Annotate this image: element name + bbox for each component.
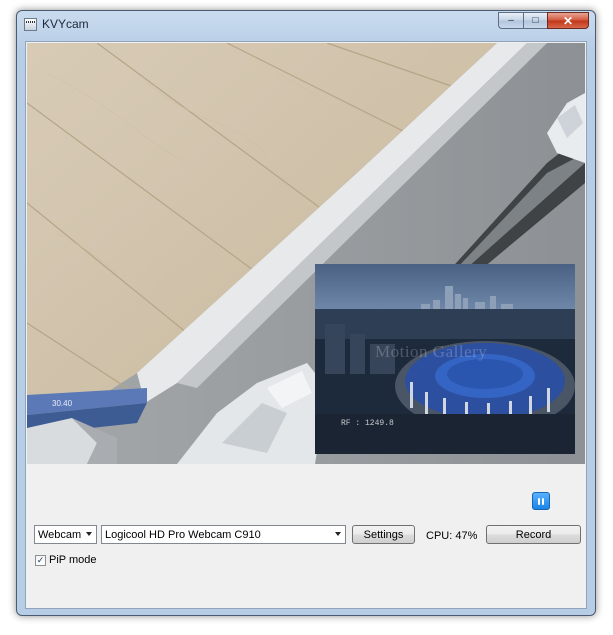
checkbox-box[interactable]: ✓ [35,554,46,566]
record-button[interactable]: Record [486,525,581,544]
maximize-button[interactable]: □ [523,12,547,29]
pip-watermark: Motion Gallery [375,342,488,361]
chevron-down-icon [86,532,92,536]
svg-text:30.40: 30.40 [52,399,73,408]
caption-buttons: – □ ✕ [498,12,589,29]
pause-bar-right [542,497,544,505]
device-select-value: Logicool HD Pro Webcam C910 [105,528,261,541]
device-select[interactable]: Logicool HD Pro Webcam C910 [101,525,346,544]
pip-overlay-video: Motion Gallery RF : 1249.8 [315,264,575,454]
film-clapper-icon[interactable] [24,18,37,31]
pause-icon[interactable] [532,492,550,510]
pause-bar-left [538,497,540,505]
pip-mode-label: PiP mode [49,554,97,566]
settings-button[interactable]: Settings [352,525,415,544]
window-title: KVYcam [42,17,89,31]
pip-timecode: RF : 1249.8 [341,419,394,428]
pip-mode-checkbox[interactable]: ✓ PiP mode [35,554,97,566]
chevron-down-icon [335,532,341,536]
app-window: KVYcam – □ ✕ 30.40 Motion Gallery RF: 1… [16,10,596,616]
cpu-usage-label: CPU: 47% [426,530,478,542]
source-select[interactable]: Webcam [34,525,97,544]
source-select-value: Webcam [38,528,82,541]
close-button[interactable]: ✕ [547,12,589,29]
client-area: 30.40 Motion Gallery RF: 1249.8 Webcam … [25,41,587,609]
minimize-button[interactable]: – [498,12,523,29]
webcam-video-preview: 30.40 Motion Gallery RF: 1249.8 [27,43,585,464]
